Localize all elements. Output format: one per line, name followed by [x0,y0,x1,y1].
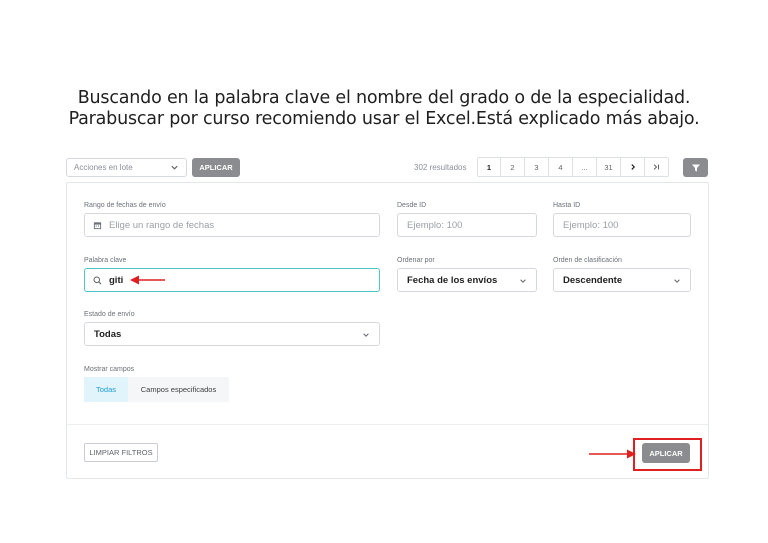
page-31[interactable]: 31 [597,158,621,176]
annotation-arrow-left-icon [130,275,165,285]
clear-filters-button[interactable]: LIMPIAR FILTROS [84,443,158,462]
chevron-down-icon [363,333,369,337]
keyword-value: giti [109,274,124,286]
page-1[interactable]: 1 [478,158,501,176]
tab-all[interactable]: Todas [84,377,128,402]
show-fields-tabs: Todas Campos especificados [84,377,229,402]
to-id-label: Hasta ID [553,202,581,209]
page-3[interactable]: 3 [525,158,549,176]
caption-line-2: Parabuscar por curso recomiendo usar el … [68,109,700,129]
highlight-box [633,438,702,471]
bulk-actions-select[interactable]: Acciones en lote [66,158,187,177]
from-id-input[interactable]: Ejemplo: 100 [397,213,537,237]
date-range-placeholder: Elige un rango de fechas [109,219,215,231]
pagination: 1 2 3 4 ... 31 [477,157,669,177]
apply-bulk-button[interactable]: APLICAR [192,158,240,177]
order-by-select[interactable]: Fecha de los envíos [397,268,537,292]
page-ellipsis: ... [573,158,597,176]
sort-order-value: Descendente [563,274,623,286]
bulk-actions-label: Acciones en lote [74,163,133,172]
keyword-label: Palabra clave [84,257,127,264]
status-label: Estado de envío [84,311,135,318]
date-range-input[interactable]: Elige un rango de fechas [84,213,380,237]
order-by-value: Fecha de los envíos [407,274,498,286]
order-by-label: Ordenar por [397,257,435,264]
page-4[interactable]: 4 [549,158,573,176]
from-id-placeholder: Ejemplo: 100 [407,219,463,231]
filter-toggle-button[interactable] [683,158,708,177]
sort-order-select[interactable]: Descendente [553,268,691,292]
tab-specified-fields[interactable]: Campos especificados [128,377,229,402]
show-fields-label: Mostrar campos [84,366,135,373]
to-id-placeholder: Ejemplo: 100 [563,219,619,231]
status-select[interactable]: Todas [84,322,380,346]
calendar-icon [93,221,102,229]
date-range-label: Rango de fechas de envío [84,202,166,209]
funnel-icon [691,164,700,171]
page-2[interactable]: 2 [501,158,525,176]
to-id-input[interactable]: Ejemplo: 100 [553,213,691,237]
search-icon [93,275,102,284]
sort-order-label: Orden de clasificación [553,257,622,264]
results-count: 302 resultados [414,163,467,172]
chevron-right-icon [630,164,635,170]
last-page-button[interactable] [645,158,668,176]
keyword-input[interactable]: giti [84,268,380,292]
footer-divider [67,424,708,425]
annotation-arrow-right-icon [589,449,636,459]
chevron-down-icon [171,165,178,170]
filters-panel: Rango de fechas de envío Elige un rango … [66,182,709,479]
chevron-double-right-icon [653,164,660,170]
next-page-button[interactable] [621,158,645,176]
chevron-down-icon [520,279,526,283]
chevron-down-icon [674,279,680,283]
from-id-label: Desde ID [397,202,427,209]
caption-line-1: Buscando en la palabra clave el nombre d… [77,88,691,108]
status-value: Todas [94,328,122,340]
